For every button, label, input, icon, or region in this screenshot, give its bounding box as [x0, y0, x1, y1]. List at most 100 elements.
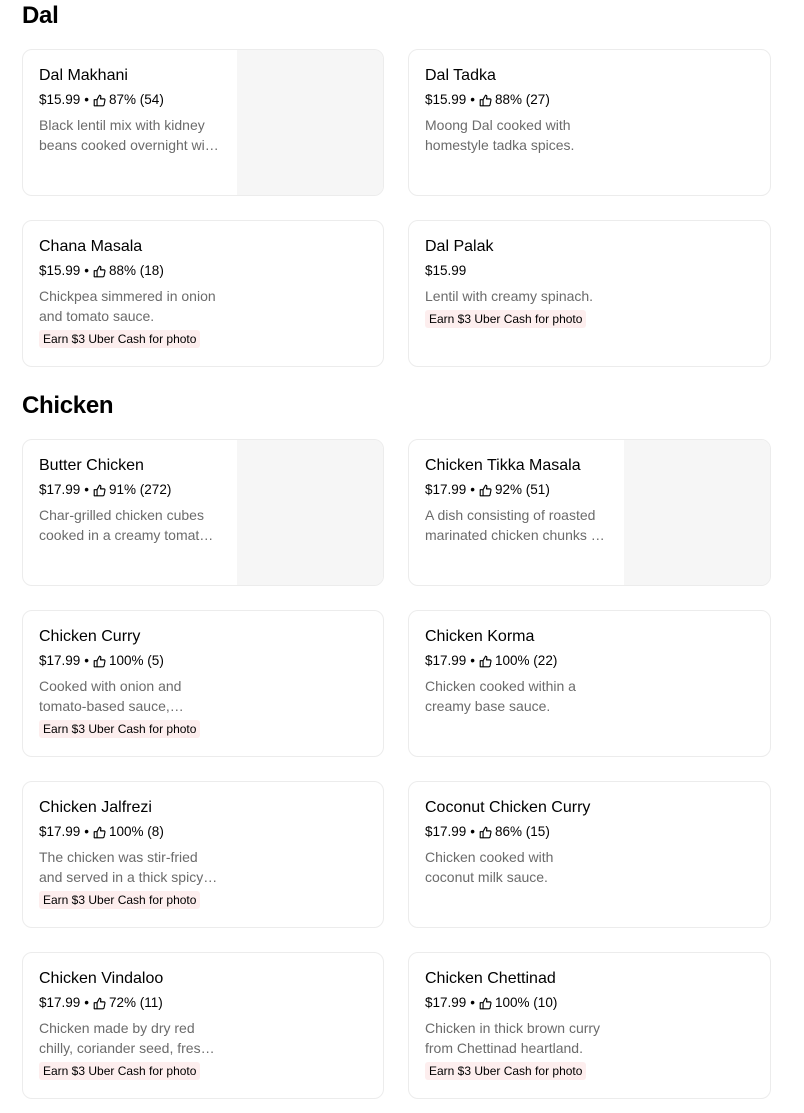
menu-item-price: $17.99 — [39, 653, 81, 668]
separator-dot: • — [470, 482, 476, 497]
menu-item-price: $17.99 — [425, 995, 467, 1010]
menu-item-details: Coconut Chicken Curry $17.99 • 86% (15) Chic… — [425, 798, 615, 887]
dal-items-grid: Dal Makhani $15.99 • 87% (54) Black lentil m… — [22, 49, 771, 367]
menu-item-description: Char-grilled chicken cubes cooked in a c… — [39, 507, 208, 543]
menu-item-price: $15.99 — [425, 92, 467, 107]
menu-item-name: Chicken Vindaloo — [39, 970, 164, 987]
thumbs-up-icon — [93, 826, 106, 839]
uber-cash-photo-badge: Earn $3 Uber Cash for photo — [425, 310, 587, 328]
menu-item-meta: $17.99 • 86% (15) — [425, 823, 615, 841]
menu-item-rating: 100% (10) — [495, 995, 558, 1010]
menu-item-rating: 91% (272) — [109, 482, 172, 497]
menu-item-rating: 72% (11) — [109, 995, 163, 1010]
menu-item-card-chicken-jalfrezi[interactable]: Chicken Jalfrezi $17.99 • 100% (8) The chick… — [22, 781, 384, 928]
uber-cash-photo-badge: Earn $3 Uber Cash for photo — [39, 330, 201, 348]
uber-cash-photo-badge: Earn $3 Uber Cash for photo — [425, 1062, 587, 1080]
uber-cash-photo-badge: Earn $3 Uber Cash for photo — [39, 891, 201, 909]
menu-item-name: Chicken Korma — [425, 628, 535, 645]
menu-item-card-chicken-korma[interactable]: Chicken Korma $17.99 • 100% (22) Chicken coo… — [408, 610, 771, 757]
menu-item-meta: $17.99 • 100% (5) — [39, 652, 229, 670]
thumbs-up-icon — [93, 484, 106, 497]
menu-item-price: $15.99 — [39, 263, 81, 278]
menu-item-price: $17.99 — [425, 824, 467, 839]
menu-item-name: Dal Palak — [425, 238, 494, 255]
section-title-dal: Dal — [22, 2, 59, 29]
menu-item-description: Chicken cooked within a creamy base sauc… — [425, 678, 576, 714]
menu-item-card-chicken-chettinad[interactable]: Chicken Chettinad $17.99 • 100% (10) Chicken… — [408, 952, 771, 1099]
menu-item-details: Chicken Tikka Masala $17.99 • 92% (51) A dis… — [425, 456, 615, 545]
menu-item-price: $15.99 — [39, 92, 81, 107]
menu-item-description: Black lentil mix with kidney beans cooke… — [39, 117, 217, 153]
menu-item-card-dal-palak[interactable]: Dal Palak $15.99 Lentil with creamy spinac… — [408, 220, 771, 367]
separator-dot: • — [470, 92, 476, 107]
menu-item-details: Dal Makhani $15.99 • 87% (54) Black lentil m… — [39, 66, 229, 155]
menu-item-details: Chicken Curry $17.99 • 100% (5) Cooked with … — [39, 627, 229, 738]
menu-item-description: Moong Dal cooked with homestyle tadka sp… — [425, 117, 575, 153]
menu-item-image — [624, 440, 770, 585]
menu-item-meta: $15.99 • 88% (27) — [425, 91, 615, 109]
menu-item-description: The chicken was stir-fried and served in… — [39, 849, 204, 885]
menu-item-meta: $17.99 • 100% (10) — [425, 994, 615, 1012]
separator-dot: • — [84, 263, 90, 278]
menu-item-price: $15.99 — [425, 263, 467, 278]
menu-item-card-dal-makhani[interactable]: Dal Makhani $15.99 • 87% (54) Black lentil m… — [22, 49, 384, 196]
menu-item-details: Chicken Jalfrezi $17.99 • 100% (8) The chick… — [39, 798, 229, 909]
menu-item-price: $17.99 — [39, 995, 81, 1010]
thumbs-up-icon — [93, 655, 106, 668]
menu-item-name: Chicken Chettinad — [425, 970, 556, 987]
menu-item-meta: $15.99 — [425, 262, 615, 280]
thumbs-up-icon — [93, 997, 106, 1010]
menu-item-price: $17.99 — [39, 824, 81, 839]
menu-item-description: Chickpea simmered in onion and tomato sa… — [39, 288, 216, 324]
menu-item-name: Coconut Chicken Curry — [425, 799, 591, 816]
menu-item-card-chicken-vindaloo[interactable]: Chicken Vindaloo $17.99 • 72% (11) Chicken m… — [22, 952, 384, 1099]
menu-item-card-butter-chicken[interactable]: Butter Chicken $17.99 • 91% (272) Char-grill… — [22, 439, 384, 586]
separator-dot: • — [470, 995, 476, 1010]
menu-item-rating: 100% (22) — [495, 653, 558, 668]
separator-dot: • — [84, 995, 90, 1010]
thumbs-up-icon — [479, 655, 492, 668]
menu-item-rating: 92% (51) — [495, 482, 550, 497]
section-title-chicken: Chicken — [22, 392, 114, 419]
menu-item-description: Chicken in thick brown curry from Chetti… — [425, 1020, 601, 1056]
menu-item-name: Butter Chicken — [39, 457, 144, 474]
chicken-items-grid: Butter Chicken $17.99 • 91% (272) Char-grill… — [22, 439, 771, 1099]
menu-item-card-chicken-tikka-masala[interactable]: Chicken Tikka Masala $17.99 • 92% (51) A dis… — [408, 439, 771, 586]
separator-dot: • — [470, 824, 476, 839]
menu-item-details: Butter Chicken $17.99 • 91% (272) Char-grill… — [39, 456, 229, 545]
menu-item-rating: 100% (8) — [109, 824, 164, 839]
menu-item-rating: 86% (15) — [495, 824, 550, 839]
menu-item-name: Chicken Jalfrezi — [39, 799, 152, 816]
separator-dot: • — [84, 653, 90, 668]
menu-item-name: Chicken Tikka Masala — [425, 457, 581, 474]
thumbs-up-icon — [479, 484, 492, 497]
menu-item-description: A dish consisting of roasted marinated c… — [425, 507, 602, 543]
separator-dot: • — [84, 482, 90, 497]
menu-item-meta: $15.99 • 87% (54) — [39, 91, 229, 109]
menu-item-details: Chicken Korma $17.99 • 100% (22) Chicken coo… — [425, 627, 615, 716]
menu-item-details: Chana Masala $15.99 • 88% (18) Chickpea simm… — [39, 237, 229, 348]
menu-item-meta: $15.99 • 88% (18) — [39, 262, 229, 280]
thumbs-up-icon — [479, 826, 492, 839]
menu-item-meta: $17.99 • 100% (8) — [39, 823, 229, 841]
menu-item-meta: $17.99 • 100% (22) — [425, 652, 615, 670]
menu-item-name: Chana Masala — [39, 238, 143, 255]
menu-item-meta: $17.99 • 92% (51) — [425, 481, 615, 499]
menu-item-card-dal-tadka[interactable]: Dal Tadka $15.99 • 88% (27) Moong Dal cooked… — [408, 49, 771, 196]
menu-item-card-chana-masala[interactable]: Chana Masala $15.99 • 88% (18) Chickpea simm… — [22, 220, 384, 367]
menu-item-price: $17.99 — [425, 653, 467, 668]
menu-item-rating: 88% (18) — [109, 263, 164, 278]
menu-item-image — [237, 50, 383, 195]
menu-item-details: Chicken Chettinad $17.99 • 100% (10) Chicken… — [425, 969, 615, 1080]
menu-item-card-coconut-chicken-curry[interactable]: Coconut Chicken Curry $17.99 • 86% (15) Chic… — [408, 781, 771, 928]
separator-dot: • — [84, 824, 90, 839]
separator-dot: • — [84, 92, 90, 107]
menu-item-name: Dal Makhani — [39, 67, 128, 84]
separator-dot: • — [470, 653, 476, 668]
menu-item-price: $17.99 — [39, 482, 81, 497]
menu-item-description: Lentil with creamy spinach. — [425, 288, 594, 304]
menu-item-details: Dal Palak $15.99 Lentil with creamy spinac… — [425, 237, 615, 328]
uber-cash-photo-badge: Earn $3 Uber Cash for photo — [39, 1062, 201, 1080]
menu-item-card-chicken-curry[interactable]: Chicken Curry $17.99 • 100% (5) Cooked with … — [22, 610, 384, 757]
thumbs-up-icon — [93, 265, 106, 278]
